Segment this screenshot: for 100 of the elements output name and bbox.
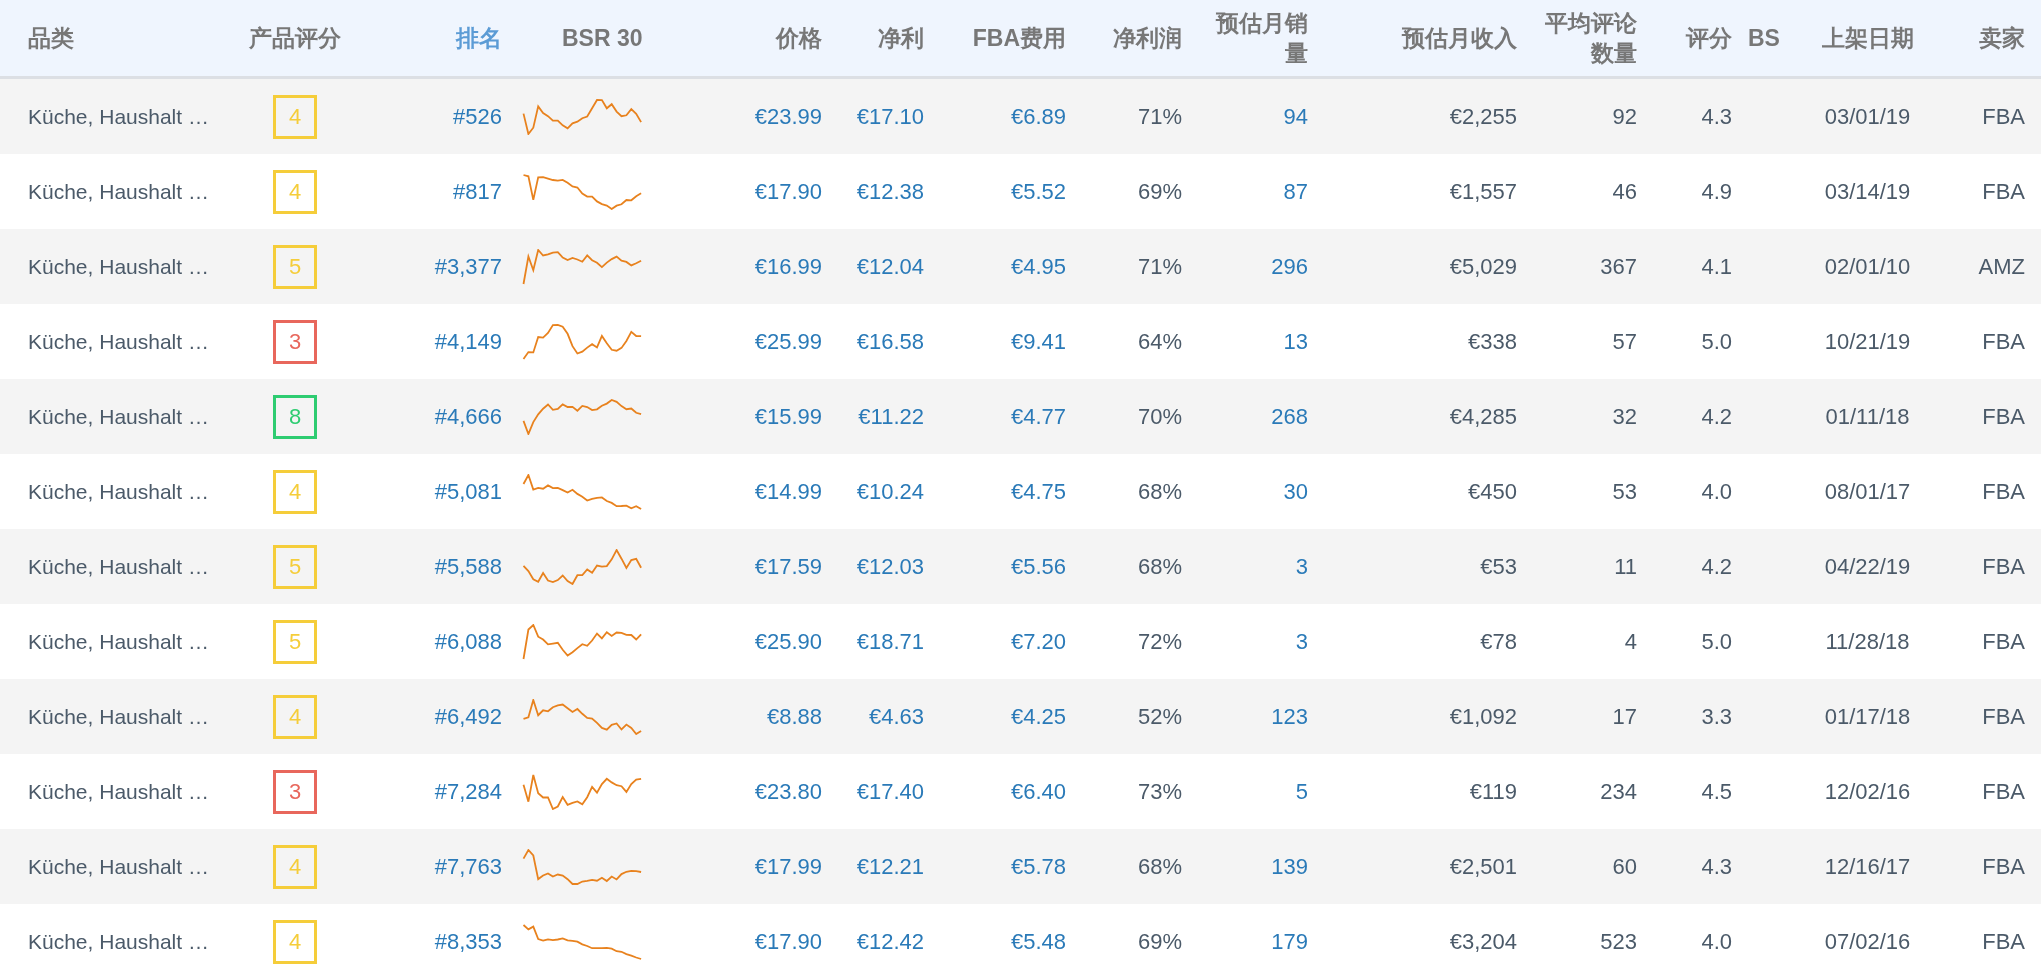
table-cell[interactable]: #3,377 — [434, 253, 502, 280]
table-cell: €23.80 — [754, 778, 822, 805]
table-cell: €18.71 — [856, 628, 924, 655]
table-cell[interactable]: #7,284 — [434, 778, 502, 805]
table-cell: €2,501 — [1449, 853, 1517, 880]
table-cell: 123 — [1271, 703, 1308, 730]
table-cell: €10.24 — [856, 478, 924, 505]
table-cell: €5.56 — [1010, 553, 1066, 580]
table-cell: FBA — [1982, 928, 2025, 955]
table-cell: €11.22 — [858, 403, 924, 430]
column-header[interactable]: 卖家 — [1979, 23, 2025, 53]
score-badge: 5 — [273, 619, 317, 664]
table-cell: €5.78 — [1010, 853, 1066, 880]
column-header[interactable]: FBA费用 — [972, 23, 1066, 53]
table-cell: 07/02/16 — [1824, 928, 1911, 955]
table-cell: €4,285 — [1449, 403, 1517, 430]
score-badge: 3 — [273, 319, 317, 364]
table-cell: €5.52 — [1010, 178, 1066, 205]
column-header[interactable]: 预估月销量 — [1213, 8, 1308, 68]
table-cell: Küche, Haushalt … — [28, 554, 209, 579]
column-header[interactable]: 品类 — [28, 23, 74, 53]
table-cell: €1,557 — [1449, 178, 1517, 205]
table-cell: €338 — [1468, 328, 1517, 355]
table-cell: FBA — [1982, 478, 2025, 505]
table-cell: 57 — [1612, 328, 1637, 355]
table-cell[interactable]: #4,149 — [434, 328, 502, 355]
table-cell: €4.25 — [1010, 703, 1066, 730]
table-cell: €78 — [1480, 628, 1517, 655]
table-cell: 72% — [1137, 628, 1182, 655]
table-cell: Küche, Haushalt … — [28, 329, 209, 354]
column-header[interactable]: 预估月收入 — [1402, 23, 1517, 53]
table-cell[interactable]: #526 — [453, 103, 502, 130]
table-cell[interactable]: #5,081 — [434, 478, 502, 505]
table-cell: Küche, Haushalt … — [28, 254, 209, 279]
table-cell: Küche, Haushalt … — [28, 629, 209, 654]
table-cell: 11/28/18 — [1825, 628, 1910, 655]
column-header[interactable]: 平均评论数量 — [1542, 8, 1637, 68]
table-cell: Küche, Haushalt … — [28, 929, 209, 954]
table-cell: €16.58 — [856, 328, 924, 355]
column-header[interactable]: BSR 30 — [562, 23, 643, 53]
table-cell: €8.88 — [766, 703, 822, 730]
table-cell: FBA — [1982, 103, 2025, 130]
table-cell: 4.2 — [1701, 553, 1732, 580]
column-header[interactable]: 产品评分 — [249, 23, 341, 53]
table-cell: €12.03 — [856, 553, 924, 580]
table-cell: €6.89 — [1010, 103, 1066, 130]
table-cell: 3 — [1295, 553, 1308, 580]
column-header[interactable]: 价格 — [776, 23, 822, 53]
table-cell: 3 — [1295, 628, 1308, 655]
column-header[interactable]: 净利润 — [1113, 23, 1182, 53]
table-cell: €25.99 — [754, 328, 822, 355]
table-cell: 10/21/19 — [1824, 328, 1911, 355]
table-cell: €12.04 — [856, 253, 924, 280]
table-cell: 234 — [1600, 778, 1637, 805]
table-cell: FBA — [1982, 628, 2025, 655]
table-cell[interactable]: #817 — [453, 178, 502, 205]
column-header[interactable]: BS — [1748, 23, 1780, 53]
table-cell[interactable]: #4,666 — [434, 403, 502, 430]
table-cell: 139 — [1271, 853, 1308, 880]
table-cell: FBA — [1982, 178, 2025, 205]
table-cell: €5.48 — [1010, 928, 1066, 955]
table-cell: €1,092 — [1449, 703, 1517, 730]
table-cell: 70% — [1137, 403, 1182, 430]
table-cell: €7.20 — [1010, 628, 1066, 655]
table-cell: 523 — [1600, 928, 1637, 955]
table-cell[interactable]: #7,763 — [434, 853, 502, 880]
table-cell: €3,204 — [1449, 928, 1517, 955]
column-header[interactable]: 排名 — [456, 23, 502, 53]
table-cell[interactable]: #6,088 — [434, 628, 502, 655]
table-cell[interactable]: #6,492 — [434, 703, 502, 730]
table-cell: 268 — [1271, 403, 1308, 430]
table-cell: €12.42 — [856, 928, 924, 955]
column-header[interactable]: 评分 — [1686, 23, 1732, 53]
table-cell: €5,029 — [1449, 253, 1517, 280]
table-cell: FBA — [1982, 553, 2025, 580]
table-cell: 296 — [1271, 253, 1308, 280]
table-cell: FBA — [1982, 703, 2025, 730]
table-cell: 12/16/17 — [1824, 853, 1911, 880]
column-header[interactable]: 净利 — [878, 23, 924, 53]
table-cell: 71% — [1137, 103, 1182, 130]
table-cell: €17.90 — [754, 928, 822, 955]
table-cell: 4.3 — [1701, 103, 1732, 130]
table-cell: FBA — [1982, 403, 2025, 430]
table-cell: 5.0 — [1701, 328, 1732, 355]
column-header[interactable]: 上架日期 — [1821, 23, 1914, 53]
table-cell: 13 — [1283, 328, 1308, 355]
table-cell[interactable]: #8,353 — [434, 928, 502, 955]
table-cell: €14.99 — [754, 478, 822, 505]
table-cell: Küche, Haushalt … — [28, 704, 209, 729]
table-cell: 4.9 — [1701, 178, 1732, 205]
score-badge: 4 — [273, 844, 317, 889]
table-cell: Küche, Haushalt … — [28, 179, 209, 204]
table-cell: 52% — [1137, 703, 1182, 730]
table-cell: 367 — [1600, 253, 1637, 280]
table-cell: AMZ — [1978, 253, 2025, 280]
table-cell: 68% — [1137, 553, 1182, 580]
table-cell: 4.0 — [1701, 478, 1732, 505]
table-cell[interactable]: #5,588 — [434, 553, 502, 580]
table-cell: 68% — [1137, 853, 1182, 880]
table-cell: 02/01/10 — [1824, 253, 1911, 280]
